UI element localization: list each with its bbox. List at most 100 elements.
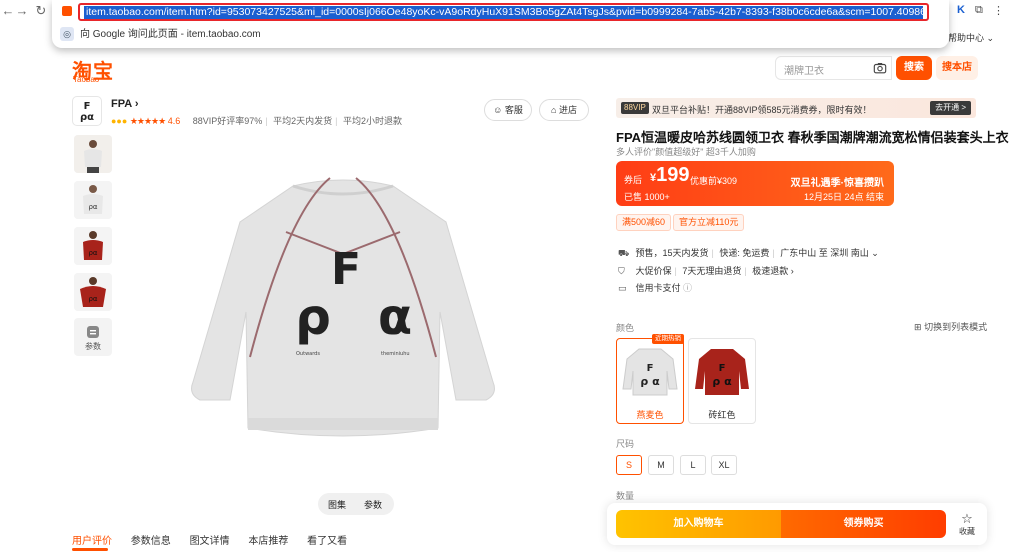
price-value: ¥199 [650,164,690,186]
svg-text:ρα: ρα [88,203,97,211]
color-name-brick: 砖红色 [708,410,736,420]
guarantee-row[interactable]: ⛉ 大促价保 | 7天无理由退货 | 极速退款 › [618,264,794,277]
star-icon: ☆ [961,511,973,526]
size-option-s[interactable]: S [616,455,642,475]
size-option-xl[interactable]: XL [711,455,737,475]
tab-reviews[interactable]: 用户评价 [72,536,112,547]
store-name[interactable]: FPA › [111,98,139,110]
search-store-button[interactable]: 搜本店 [936,56,978,80]
vip-tag: 88VIP [621,102,649,114]
params-label: 参数 [85,342,101,351]
favorite-button[interactable]: ☆ 收藏 [956,512,978,537]
shipping-row: ⛟ 预售，15天内发货 | 快递: 免运费 | 广东中山 至 深圳 南山 ⌄ [618,248,879,258]
promo-date: 12月25日 24点 结束 [803,192,884,202]
svg-text:F: F [84,101,91,112]
store-stat-vip: 88VIP好评率97% [192,116,263,126]
extensions-icon[interactable]: ⧉ [975,4,983,17]
size-option-l[interactable]: L [680,455,706,475]
size-label: 尺码 [616,439,635,449]
svg-text:F: F [719,363,726,374]
grid-icon: ⊞ [914,322,922,332]
product-title: FPA恒温暖皮哈苏线圆领卫衣 春秋季国潮牌潮流宽松情侣装套头上衣 [616,130,1009,145]
svg-text:ρ: ρ [295,288,331,346]
main-product-image[interactable]: F ρ α Outwards theminiuhu [188,172,498,442]
store-stats: ●●● ★★★★★ 4.6 88VIP好评率97% | 平均2天内发货 | 平均2小… [111,116,402,126]
svg-text:F: F [647,363,654,374]
suggestion-row[interactable]: ◎ 向 Google 询问此页面 - item.taobao.com [60,27,261,43]
color-name-oat: 燕麦色 [636,410,664,420]
price-card: 券后 ¥199 优惠前¥309 已售 1000+ 双旦礼遇季·惊喜攒趴 12月2… [616,161,894,206]
chat-icon: ☺ [493,105,503,115]
switch-list-mode[interactable]: ⊞ 切换到列表模式 [914,320,987,333]
camera-icon[interactable] [873,61,887,75]
original-price: 优惠前¥309 [690,176,738,186]
vip-text: 双旦平台补贴！开通88VIP领585元消费券，限时有效！ [652,105,872,115]
tab-images[interactable]: 图集 [328,498,346,511]
thumbnail-4[interactable]: ρα [74,273,112,311]
payment-row: ▭ 信用卡支付 ⓘ [618,283,693,293]
store-logo[interactable]: Fρα [72,96,102,126]
reload-icon[interactable]: ↻ [33,3,49,19]
image-tabs: 图集 参数 [318,493,394,515]
vip-activate-button[interactable]: 去开通 > [930,101,971,115]
medal-icon: ●●● [111,116,128,126]
help-center-link[interactable]: 帮助中心 ⌄ [948,31,994,44]
thumbnail-2[interactable]: ρα [74,181,112,219]
forward-icon[interactable]: → [14,3,30,19]
active-tab-underline [72,548,108,551]
svg-text:ρα: ρα [80,112,94,123]
print-text-left: Outwards [296,351,320,357]
menu-icon[interactable]: ⋮ [993,4,1004,17]
url-input[interactable]: item.taobao.com/item.htm?id=953073427525… [78,3,929,21]
svg-text:ρα: ρα [88,295,97,303]
taobao-logo-en: Taobao [73,75,100,84]
search-input[interactable]: 潮牌卫衣 [775,56,892,80]
store-stat-ship: 平均2天内发货 [273,116,333,126]
promo-title: 双旦礼遇季·惊喜攒趴 [790,178,884,189]
shipping-route[interactable]: 广东中山 至 深圳 南山 ⌄ [780,248,879,258]
buy-now-button[interactable]: 领券购买 [781,510,946,538]
thumbnail-3[interactable]: ρα [74,227,112,265]
shield-icon: ⛉ [618,266,625,276]
size-option-m[interactable]: M [648,455,674,475]
color-option-oat[interactable]: 近期热销 Fρ α 燕麦色 [616,334,684,424]
brick-swatch-image: Fρ α [695,349,749,395]
vip-banner[interactable]: 88VIP 双旦平台补贴！开通88VIP领585元消费券，限时有效！ 去开通 > [616,98,976,118]
product-subtitle: 多人评价"颜值超级好" 超3千人加购 [616,147,756,157]
svg-text:ρ α: ρ α [712,375,732,388]
color-option-brick[interactable]: Fρ α 砖红色 [688,338,756,424]
profile-icon[interactable]: K [957,4,965,16]
search-placeholder: 潮牌卫衣 [784,66,824,77]
credit-card-icon: ▭ [618,283,627,293]
tab-details[interactable]: 图文详情 [190,536,230,547]
suggestion-text: 向 Google 询问此页面 - item.taobao.com [80,29,261,40]
coupon-tag-2[interactable]: 官方立减110元 [673,214,745,231]
url-text: item.taobao.com/item.htm?id=953073427525… [84,6,923,19]
add-to-cart-button[interactable]: 加入购物车 [616,510,781,538]
tab-also-viewed[interactable]: 看了又看 [307,536,347,547]
svg-text:F: F [331,244,361,295]
purchase-bar: 加入购物车 领券购买 ☆ 收藏 [607,503,987,545]
tab-params[interactable]: 参数 [364,498,382,511]
store-icon: ⌂ [551,105,557,115]
favorite-label: 收藏 [959,527,975,536]
coupon-tag-1[interactable]: 满500减60 [616,214,672,231]
store-rating: 4.6 [167,116,181,126]
svg-text:α: α [378,288,412,346]
thumbnail-1[interactable] [74,135,112,173]
info-icon[interactable]: ⓘ [683,283,692,293]
price-label: 券后 [624,175,643,185]
customer-service-button[interactable]: ☺ 客服 [484,99,532,121]
rating-stars: ★★★★★ [129,116,166,126]
google-lens-icon: ◎ [60,27,74,42]
thumbnail-params[interactable]: 参数 [74,318,112,356]
svg-text:ρα: ρα [88,249,97,257]
tab-param-info[interactable]: 参数信息 [131,536,171,547]
search-button[interactable]: 搜索 [896,56,932,80]
tab-store-recommend[interactable]: 本店推荐 [248,536,288,547]
enter-store-button[interactable]: ⌂ 进店 [539,99,589,121]
site-favicon [62,6,72,16]
truck-icon: ⛟ [618,248,630,258]
oat-swatch-image: Fρ α [622,348,678,396]
params-icon [87,326,99,338]
